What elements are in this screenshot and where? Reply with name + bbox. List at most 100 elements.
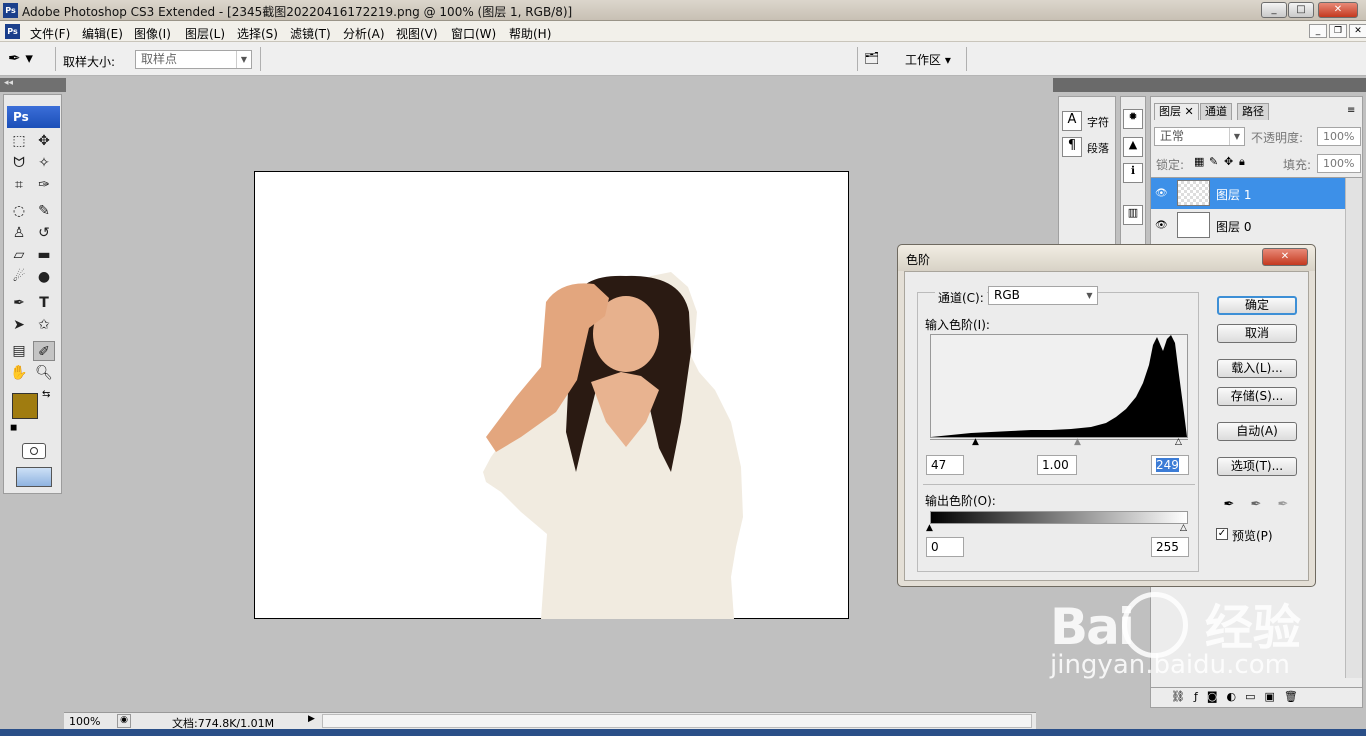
crop-tool-icon[interactable]: ⌗: [8, 175, 30, 195]
layers-footer-icons[interactable]: ⛓ƒ◙◐▭▣🗑︎: [1151, 687, 1362, 707]
input-gamma-field[interactable]: 1.00: [1037, 455, 1077, 475]
dialog-close-button[interactable]: ✕: [1262, 248, 1308, 266]
marquee-tool-icon[interactable]: ⬚: [8, 131, 30, 151]
visibility-eye-icon[interactable]: 👁︎: [1155, 188, 1168, 199]
doc-restore-button[interactable]: ❐: [1329, 24, 1347, 38]
notes-tool-icon[interactable]: ▤: [8, 341, 30, 361]
tab-layers[interactable]: 图层 ✕: [1154, 103, 1199, 120]
fill-field[interactable]: 100%: [1317, 154, 1361, 173]
toolbox-collapse-bar[interactable]: ◂◂: [0, 78, 66, 92]
eraser-tool-icon[interactable]: ▱: [8, 245, 30, 265]
horizontal-scrollbar[interactable]: [322, 714, 1032, 728]
save-button[interactable]: 存储(S)...: [1217, 387, 1297, 406]
layer-row-0[interactable]: 👁︎ 图层 0: [1151, 210, 1345, 241]
white-eyedropper-icon[interactable]: ✒: [1275, 497, 1291, 513]
menu-view[interactable]: 视图(V): [396, 25, 438, 42]
layers-scrollbar[interactable]: [1345, 178, 1362, 678]
load-button[interactable]: 载入(L)...: [1217, 359, 1297, 378]
preview-checkbox[interactable]: ✓: [1216, 528, 1228, 540]
info-icon[interactable]: ℹ: [1123, 163, 1143, 183]
workspace-menu[interactable]: 工作区 ▾: [905, 51, 951, 68]
status-info-icon[interactable]: ◉: [117, 714, 131, 728]
auto-button[interactable]: 自动(A): [1217, 422, 1297, 441]
input-black-field[interactable]: 47: [926, 455, 964, 475]
screen-mode-icon[interactable]: [16, 467, 52, 487]
gray-eyedropper-icon[interactable]: ✒: [1248, 497, 1264, 513]
menu-layer[interactable]: 图层(L): [185, 25, 225, 42]
doc-minimize-button[interactable]: _: [1309, 24, 1327, 38]
input-white-slider[interactable]: △: [1175, 437, 1182, 447]
zoom-tool-icon[interactable]: 🔍︎: [33, 363, 55, 383]
doc-close-button[interactable]: ✕: [1349, 24, 1366, 38]
hand-tool-icon[interactable]: ✋: [8, 363, 30, 383]
eyedropper-tool-icon[interactable]: ✐: [33, 341, 55, 361]
path-selection-tool-icon[interactable]: ➤: [8, 315, 30, 335]
menu-help[interactable]: 帮助(H): [509, 25, 551, 42]
lock-position-icon[interactable]: ✥: [1224, 155, 1233, 168]
tab-channels[interactable]: 通道: [1200, 103, 1232, 120]
paragraph-icon[interactable]: ¶: [1062, 137, 1082, 157]
menu-window[interactable]: 窗口(W): [451, 25, 496, 42]
file-browser-icon[interactable]: 🗂: [864, 51, 886, 67]
layer-row-1[interactable]: 👁︎ 图层 1: [1151, 178, 1345, 209]
type-tool-icon[interactable]: T: [33, 293, 55, 313]
input-white-field[interactable]: 249: [1151, 455, 1189, 475]
custom-shape-tool-icon[interactable]: ✩: [33, 315, 55, 335]
panel-menu-icon[interactable]: ≡: [1347, 105, 1355, 116]
visibility-eye-icon[interactable]: 👁︎: [1155, 220, 1168, 231]
histogram-icon[interactable]: ▲: [1123, 137, 1143, 157]
menu-file[interactable]: 文件(F): [30, 25, 70, 42]
zoom-level[interactable]: 100%: [69, 715, 100, 728]
swap-colors-icon[interactable]: ⇆: [42, 389, 50, 400]
slice-tool-icon[interactable]: ✑: [33, 175, 55, 195]
input-black-slider[interactable]: ▲: [972, 437, 979, 447]
dodge-tool-icon[interactable]: ●: [33, 267, 55, 287]
character-icon[interactable]: A: [1062, 111, 1082, 131]
quick-mask-icon[interactable]: [22, 443, 46, 459]
character-label[interactable]: 字符: [1087, 114, 1109, 130]
output-white-field[interactable]: 255: [1151, 537, 1189, 557]
black-eyedropper-icon[interactable]: ✒: [1221, 497, 1237, 513]
output-black-slider[interactable]: ▲: [926, 523, 933, 533]
output-white-slider[interactable]: △: [1180, 523, 1187, 533]
output-black-field[interactable]: 0: [926, 537, 964, 557]
magic-wand-tool-icon[interactable]: ✧: [33, 153, 55, 173]
stamp-tool-icon[interactable]: ♙: [8, 223, 30, 243]
maximize-button[interactable]: □: [1288, 2, 1314, 18]
ok-button[interactable]: 确定: [1217, 296, 1297, 315]
input-gamma-slider[interactable]: ▲: [1074, 437, 1081, 447]
history-icon[interactable]: ▥: [1123, 205, 1143, 225]
eyedropper-tool-preset-icon[interactable]: ✒ ▾: [8, 49, 48, 69]
menu-analysis[interactable]: 分析(A): [343, 25, 385, 42]
foreground-color-swatch[interactable]: [12, 393, 38, 419]
pen-tool-icon[interactable]: ✒: [8, 293, 30, 313]
history-brush-tool-icon[interactable]: ↺: [33, 223, 55, 243]
opacity-field[interactable]: 100%: [1317, 127, 1361, 146]
lock-all-icon[interactable]: 🔒︎: [1239, 155, 1245, 169]
blend-mode-select[interactable]: 正常 ▼: [1154, 127, 1245, 146]
blur-tool-icon[interactable]: ☄: [8, 267, 30, 287]
menu-select[interactable]: 选择(S): [237, 25, 278, 42]
paragraph-label[interactable]: 段落: [1087, 140, 1109, 156]
cancel-button[interactable]: 取消: [1217, 324, 1297, 343]
move-tool-icon[interactable]: ✥: [33, 131, 55, 151]
tab-paths[interactable]: 路径: [1237, 103, 1269, 120]
document-canvas[interactable]: [254, 171, 849, 619]
gradient-tool-icon[interactable]: ▬: [33, 245, 55, 265]
status-menu-arrow-icon[interactable]: ▶: [308, 714, 320, 728]
menu-filter[interactable]: 滤镜(T): [290, 25, 331, 42]
menu-edit[interactable]: 编辑(E): [82, 25, 123, 42]
lasso-tool-icon[interactable]: ᗢ: [8, 153, 30, 173]
minimize-button[interactable]: _: [1261, 2, 1287, 18]
close-window-button[interactable]: ✕: [1318, 2, 1358, 18]
default-colors-icon[interactable]: ◼: [10, 423, 17, 433]
sample-size-select[interactable]: 取样点 ▼: [135, 50, 252, 69]
menu-image[interactable]: 图像(I): [134, 25, 171, 42]
navigator-icon[interactable]: ✹: [1123, 109, 1143, 129]
healing-brush-tool-icon[interactable]: ◌: [8, 201, 30, 221]
lock-pixels-icon[interactable]: ✎: [1209, 155, 1218, 168]
options-button[interactable]: 选项(T)...: [1217, 457, 1297, 476]
brush-tool-icon[interactable]: ✎: [33, 201, 55, 221]
channel-select[interactable]: RGB ▼: [988, 286, 1098, 305]
lock-transparency-icon[interactable]: ▦: [1194, 155, 1204, 168]
